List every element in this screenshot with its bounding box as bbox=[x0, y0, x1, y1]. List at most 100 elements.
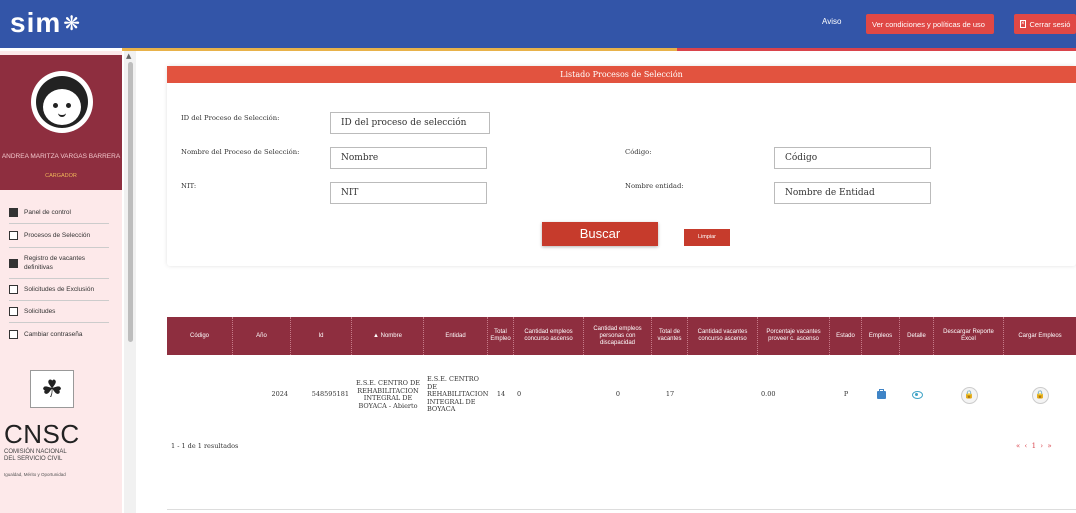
user-name: ANDREA MARITZA VARGAS BARRERA bbox=[1, 153, 121, 160]
avatar-eye-right bbox=[66, 103, 71, 108]
sidebar-item-label: Solicitudes bbox=[24, 308, 56, 315]
avatar-face bbox=[43, 89, 81, 125]
current-page[interactable]: 1 bbox=[1032, 442, 1037, 450]
cell-total-empleo: 14 bbox=[496, 390, 506, 399]
col-empleos-ascenso[interactable]: Cantidad empleos concurso ascenso bbox=[514, 317, 584, 355]
list-icon bbox=[9, 285, 18, 294]
sidebar-item-panel-control[interactable]: Panel de control bbox=[0, 202, 122, 223]
search-panel: Listado Procesos de Selección ID del Pro… bbox=[167, 66, 1076, 266]
col-empleos[interactable]: Empleos bbox=[862, 317, 900, 355]
cell-total-vacantes: 17 bbox=[665, 390, 675, 399]
sidebar-item-solicitudes[interactable]: Solicitudes bbox=[0, 301, 122, 322]
codigo-input[interactable]: Código bbox=[774, 147, 931, 169]
cnsc-subtitle-line-1: COMISIÓN NACIONAL bbox=[4, 449, 67, 455]
cell-id: 548595181 bbox=[311, 390, 349, 399]
id-label: ID del Proceso de Selección: bbox=[181, 114, 280, 122]
avatar-eye-left bbox=[53, 103, 58, 108]
sidebar-menu: Panel de control Procesos de Selección R… bbox=[0, 202, 122, 345]
col-porcentaje[interactable]: Porcentaje vacantes proveer c. ascenso bbox=[758, 317, 830, 355]
logout-label: Cerrar sesió bbox=[1029, 19, 1071, 29]
sidebar-item-label: Panel de control bbox=[24, 209, 71, 216]
prev-page-button[interactable]: ‹ bbox=[1025, 442, 1029, 450]
sidebar-item-label: Solicitudes de Exclusión bbox=[24, 286, 95, 293]
cell-detalle bbox=[900, 355, 934, 435]
cell-vacantes-ascenso bbox=[688, 355, 758, 435]
table-header: Código Año Id ▲ Nombre Entidad Total Emp… bbox=[167, 317, 1076, 355]
cell-entidad: E.S.E. CENTRO DE REHABILITACION INTEGRAL… bbox=[427, 375, 489, 414]
col-codigo[interactable]: Código bbox=[167, 317, 233, 355]
codigo-label: Código: bbox=[625, 148, 652, 156]
panel-title: Listado Procesos de Selección bbox=[167, 66, 1076, 83]
col-entidad[interactable]: Entidad bbox=[424, 317, 488, 355]
cell-anio: 2024 bbox=[271, 390, 288, 399]
col-empleos-discapacidad[interactable]: Cantidad empleos personas con discapacid… bbox=[584, 317, 652, 355]
col-nombre[interactable]: ▲ Nombre bbox=[352, 317, 424, 355]
cell-nombre: E.S.E. CENTRO DE REHABILITACION INTEGRAL… bbox=[356, 379, 420, 410]
col-anio[interactable]: Año bbox=[233, 317, 291, 355]
col-id[interactable]: Id bbox=[291, 317, 352, 355]
cell-codigo bbox=[167, 355, 233, 435]
briefcase-icon[interactable] bbox=[876, 389, 886, 399]
cell-descargar-reporte: 🔒 bbox=[934, 355, 1004, 435]
nit-input[interactable]: NIT bbox=[330, 182, 487, 204]
cnsc-subtitle: COMISIÓN NACIONAL DEL SERVICIO CIVIL bbox=[4, 449, 67, 463]
logout-icon: × bbox=[1020, 20, 1026, 28]
cell-cargar-empleos: 🔒 bbox=[1004, 355, 1076, 435]
list-icon bbox=[9, 231, 18, 240]
entidad-label: Nombre entidad: bbox=[625, 182, 684, 190]
top-navbar: sim ❋ Aviso Ver condiciones y políticas … bbox=[0, 0, 1076, 48]
avatar-mouth bbox=[58, 113, 66, 117]
user-role: CARGADOR bbox=[45, 173, 77, 179]
user-profile: ANDREA MARITZA VARGAS BARRERA CARGADOR bbox=[0, 55, 122, 190]
logo-text: sim bbox=[10, 7, 62, 38]
pagination: « ‹ 1 › » bbox=[1016, 442, 1053, 450]
sidebar-item-cambiar-contrasena[interactable]: Cambiar contraseña bbox=[0, 323, 122, 345]
main-content: Listado Procesos de Selección ID del Pro… bbox=[146, 51, 1076, 513]
last-page-button[interactable]: » bbox=[1047, 442, 1052, 450]
next-page-button[interactable]: › bbox=[1040, 442, 1044, 450]
nombre-input[interactable]: Nombre bbox=[330, 147, 487, 169]
cell-porcentaje: 0.00 bbox=[761, 390, 776, 399]
sidebar-scroll-thumb[interactable] bbox=[128, 62, 133, 342]
col-total-vacantes[interactable]: Total de vacantes bbox=[652, 317, 688, 355]
aviso-link[interactable]: Aviso bbox=[822, 17, 841, 26]
col-descargar-reporte[interactable]: Descargar Reporte Excel bbox=[934, 317, 1004, 355]
first-page-button[interactable]: « bbox=[1016, 442, 1021, 450]
cell-estado: P bbox=[843, 390, 849, 399]
results-count: 1 - 1 de 1 resultados bbox=[171, 442, 239, 450]
sidebar-item-label: Registro de vacantes definitivas bbox=[24, 255, 86, 271]
search-button[interactable]: Buscar bbox=[542, 222, 658, 246]
lock-icon[interactable]: 🔒 bbox=[1031, 386, 1049, 404]
sidebar-item-solicitudes-exclusion[interactable]: Solicitudes de Exclusión bbox=[0, 279, 122, 300]
entidad-input[interactable]: Nombre de Entidad bbox=[774, 182, 931, 204]
col-cargar-empleos[interactable]: Cargar Empleos bbox=[1004, 317, 1076, 355]
cell-empleos-ascenso: 0 bbox=[517, 390, 522, 399]
logout-button[interactable]: × Cerrar sesió bbox=[1014, 14, 1076, 34]
flower-logo-icon: ❋ bbox=[63, 12, 82, 35]
lock-icon[interactable]: 🔒 bbox=[960, 386, 978, 404]
briefcase-icon bbox=[9, 258, 18, 268]
bottom-divider bbox=[167, 509, 1076, 510]
col-detalle[interactable]: Detalle bbox=[900, 317, 934, 355]
col-total-empleo[interactable]: Total Empleo bbox=[488, 317, 514, 355]
col-vacantes-ascenso[interactable]: Cantidad vacantes concurso ascenso bbox=[688, 317, 758, 355]
eye-icon[interactable] bbox=[911, 391, 923, 399]
scroll-up-icon[interactable]: ▲ bbox=[126, 52, 131, 60]
lock-icon bbox=[9, 329, 18, 339]
nombre-label: Nombre del Proceso de Selección: bbox=[181, 148, 300, 156]
cell-empleos bbox=[862, 355, 900, 435]
cnsc-subtitle-line-2: DEL SERVICIO CIVIL bbox=[4, 456, 63, 462]
sidebar-item-registro-vacantes[interactable]: Registro de vacantes definitivas bbox=[0, 248, 122, 278]
id-input[interactable]: ID del proceso de selección bbox=[330, 112, 490, 134]
nit-label: NIT: bbox=[181, 182, 197, 190]
clear-button[interactable]: Limpiar bbox=[684, 229, 730, 246]
cnsc-slogan: Igualdad, Mérito y Oportunidad bbox=[4, 472, 66, 477]
cell-empleos-discapacidad: 0 bbox=[615, 390, 621, 399]
conditions-button[interactable]: Ver condiciones y políticas de uso bbox=[866, 14, 994, 34]
avatar bbox=[31, 71, 93, 133]
sidebar-item-label: Procesos de Selección bbox=[24, 232, 91, 239]
sidebar-item-procesos[interactable]: Procesos de Selección bbox=[0, 224, 122, 247]
sim-logo[interactable]: sim ❋ bbox=[10, 7, 82, 38]
col-estado[interactable]: Estado bbox=[830, 317, 862, 355]
inbox-icon bbox=[9, 307, 18, 316]
